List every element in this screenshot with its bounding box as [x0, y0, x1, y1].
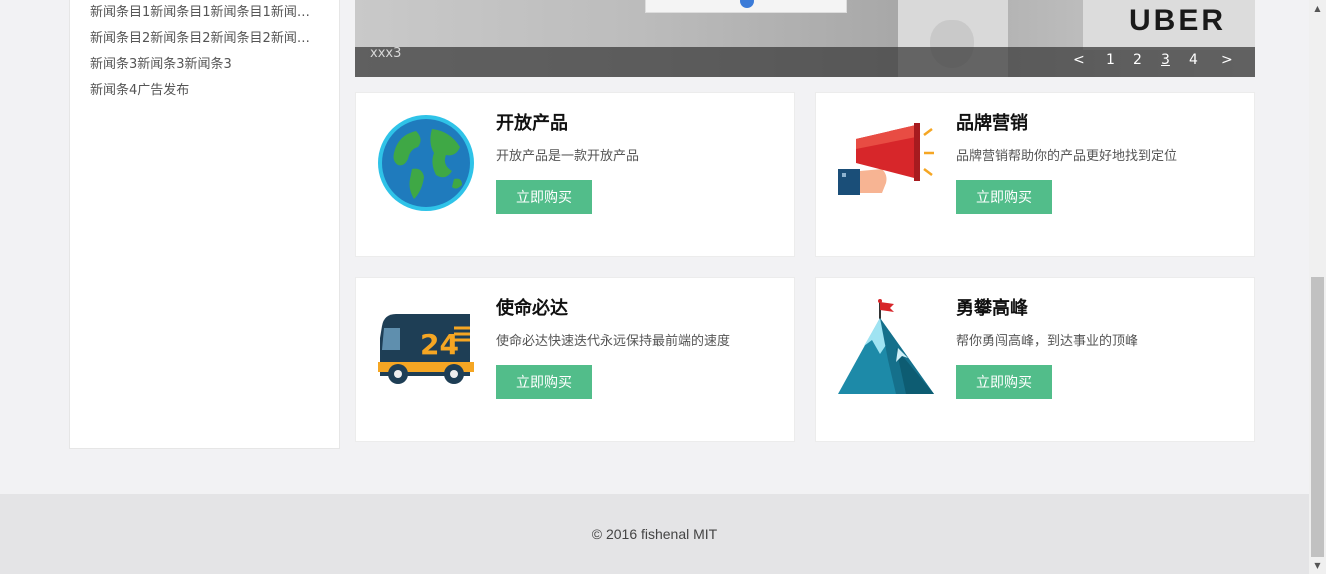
- uber-logo-tile: UBER: [1083, 0, 1255, 50]
- news-item[interactable]: 新闻条目1新闻条目1新闻条目1新闻条目1: [90, 0, 320, 26]
- card-title: 勇攀高峰: [956, 298, 1028, 319]
- buy-button[interactable]: 立即购买: [496, 180, 592, 214]
- product-card-open: 开放产品 开放产品是一款开放产品 立即购买: [355, 92, 795, 257]
- mountain-icon: [836, 298, 936, 398]
- carousel-tablet-graphic: [645, 0, 847, 13]
- carousel[interactable]: UBER xxx3 < 1 2 3 4 >: [355, 0, 1255, 77]
- svg-text:24: 24: [420, 328, 459, 361]
- news-item[interactable]: 新闻条4广告发布: [90, 78, 320, 104]
- carousel-pager: < 1 2 3 4 >: [355, 52, 1255, 72]
- product-card-peak: 勇攀高峰 帮你勇闯高峰，到达事业的顶峰 立即购买: [815, 277, 1255, 442]
- copyright-text: © 2016 fishenal MIT: [591, 526, 718, 542]
- carousel-page-2[interactable]: 2: [1133, 52, 1142, 68]
- scroll-up-arrow-icon[interactable]: ▲: [1309, 0, 1326, 17]
- card-title: 开放产品: [496, 113, 568, 134]
- buy-button[interactable]: 立即购买: [956, 180, 1052, 214]
- card-description: 开放产品是一款开放产品: [496, 149, 640, 164]
- footer: © 2016 fishenal MIT: [0, 494, 1309, 574]
- uber-logo-text: UBER: [1129, 4, 1227, 37]
- truck-icon: 24: [376, 298, 476, 398]
- card-description: 帮你勇闯高峰，到达事业的顶峰: [956, 334, 1139, 349]
- carousel-prev-button[interactable]: <: [1073, 52, 1085, 68]
- news-item[interactable]: 新闻条3新闻条3新闻条3: [90, 52, 320, 78]
- news-list: 新闻条目1新闻条目1新闻条目1新闻条目1 新闻条目2新闻条目2新闻条目2新闻条目…: [90, 0, 320, 104]
- carousel-page-3[interactable]: 3: [1161, 52, 1170, 68]
- vertical-scrollbar[interactable]: ▲ ▼: [1309, 0, 1326, 574]
- card-description: 品牌营销帮助你的产品更好地找到定位: [956, 149, 1178, 164]
- globe-icon: [376, 113, 476, 213]
- news-panel: 新闻条目1新闻条目1新闻条目1新闻条目1 新闻条目2新闻条目2新闻条目2新闻条目…: [69, 0, 340, 449]
- card-title: 品牌营销: [956, 113, 1028, 134]
- news-item[interactable]: 新闻条目2新闻条目2新闻条目2新闻条目2: [90, 26, 320, 52]
- product-card-brand: 品牌营销 品牌营销帮助你的产品更好地找到定位 立即购买: [815, 92, 1255, 257]
- product-card-delivery: 24 使命必达 使命必达快速迭代永远保持最前端的速度 立即购买: [355, 277, 795, 442]
- carousel-next-button[interactable]: >: [1221, 52, 1233, 68]
- buy-button[interactable]: 立即购买: [956, 365, 1052, 399]
- carousel-page-1[interactable]: 1: [1106, 52, 1115, 68]
- card-title: 使命必达: [496, 298, 568, 319]
- megaphone-icon: [836, 113, 936, 213]
- scrollbar-thumb[interactable]: [1311, 277, 1324, 557]
- carousel-page-4[interactable]: 4: [1189, 52, 1198, 68]
- buy-button[interactable]: 立即购买: [496, 365, 592, 399]
- scroll-down-arrow-icon[interactable]: ▼: [1309, 557, 1326, 574]
- card-description: 使命必达快速迭代永远保持最前端的速度: [496, 334, 731, 349]
